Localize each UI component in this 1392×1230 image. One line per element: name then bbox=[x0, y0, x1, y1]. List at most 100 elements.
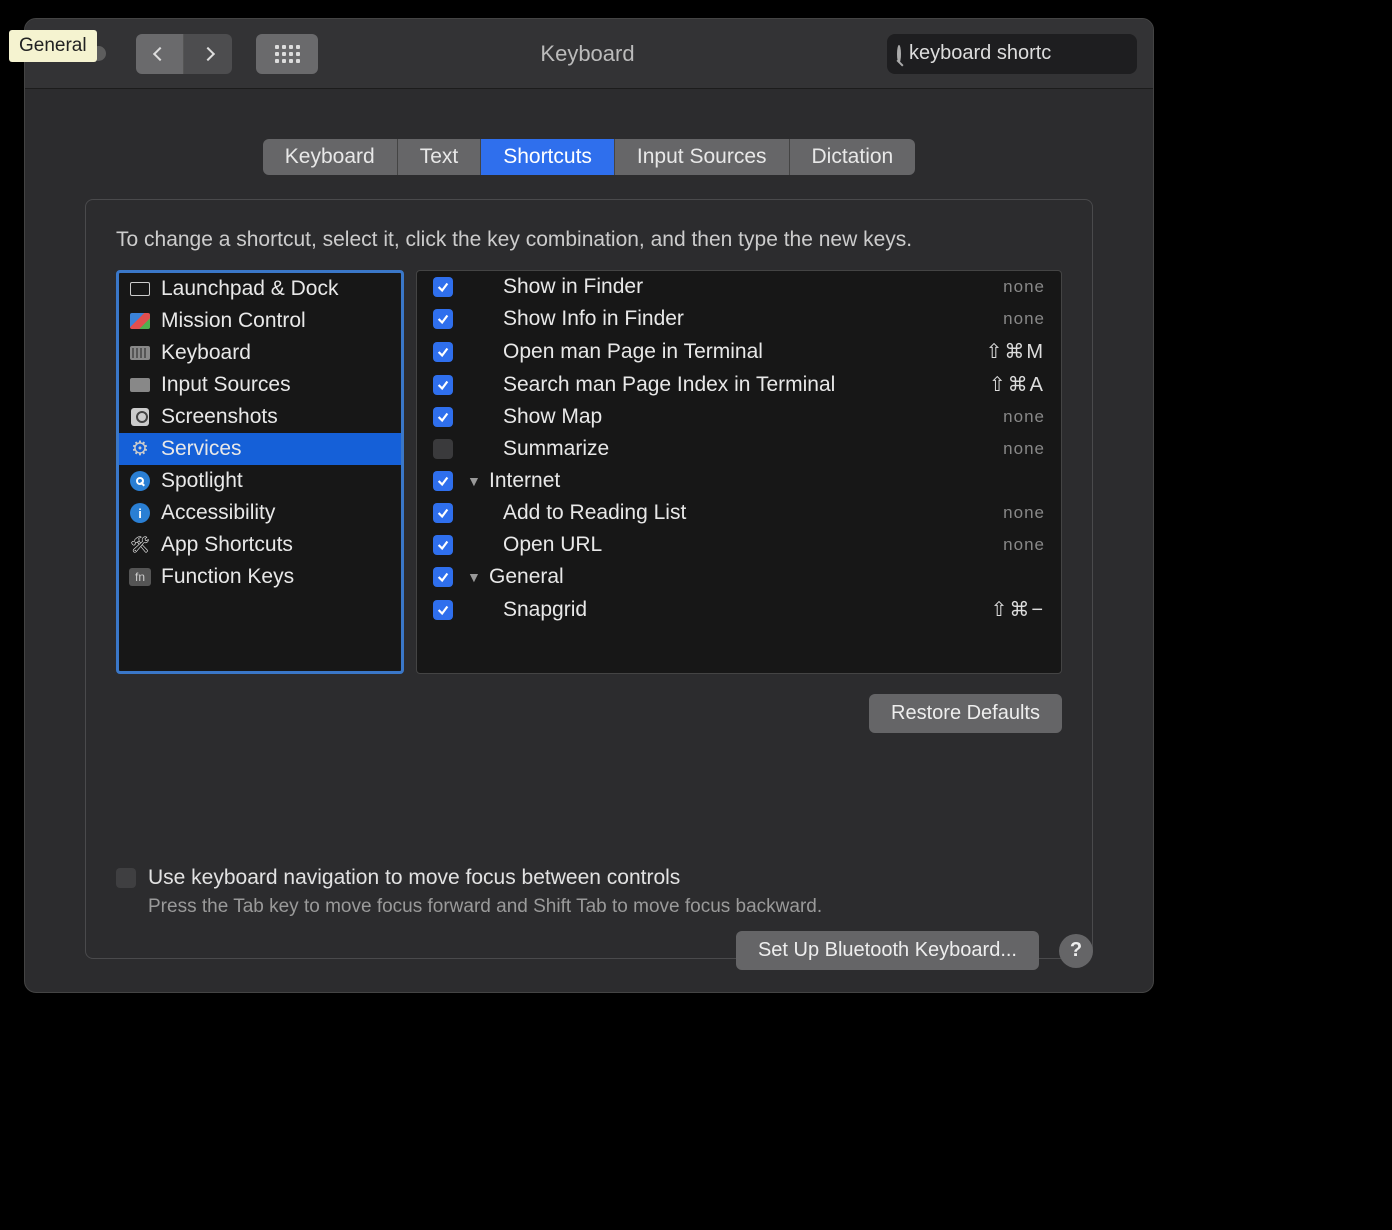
category-mission-control[interactable]: Mission Control bbox=[119, 305, 401, 337]
shortcut-key[interactable]: ⇧⌘M bbox=[986, 339, 1045, 364]
show-all-button[interactable] bbox=[256, 34, 318, 74]
shortcut-key[interactable]: ⇧⌘A bbox=[989, 372, 1045, 397]
service-checkbox[interactable] bbox=[433, 535, 453, 555]
category-label: Spotlight bbox=[161, 469, 243, 493]
category-list[interactable]: Launchpad & Dock Mission Control Keyboard I… bbox=[116, 270, 404, 674]
category-function-keys[interactable]: fn Function Keys bbox=[119, 561, 401, 593]
service-row[interactable]: Show Map none bbox=[417, 401, 1061, 433]
service-label: Open man Page in Terminal bbox=[467, 340, 972, 364]
tab-dictation[interactable]: Dictation bbox=[790, 139, 916, 175]
keyboard-nav-subtext: Press the Tab key to move focus forward … bbox=[148, 896, 1062, 918]
service-label: General bbox=[489, 565, 1045, 589]
instruction-text: To change a shortcut, select it, click t… bbox=[116, 228, 1062, 252]
service-checkbox[interactable] bbox=[433, 277, 453, 297]
service-checkbox[interactable] bbox=[433, 375, 453, 395]
category-label: Accessibility bbox=[161, 501, 275, 525]
service-checkbox[interactable] bbox=[433, 309, 453, 329]
category-label: Services bbox=[161, 437, 242, 461]
chevron-right-icon bbox=[201, 46, 215, 60]
search-field[interactable]: ✕ bbox=[887, 34, 1137, 74]
preferences-window: Keyboard ✕ KeyboardTextShortcutsInput So… bbox=[24, 18, 1154, 993]
service-checkbox[interactable] bbox=[433, 567, 453, 587]
service-label: Show Map bbox=[467, 405, 989, 429]
titlebar: Keyboard ✕ bbox=[25, 19, 1153, 89]
service-row[interactable]: Open URL none bbox=[417, 529, 1061, 561]
app-icon: 🛠 bbox=[129, 535, 151, 555]
shortcut-list[interactable]: Show in FindernoneShow Info in Findernon… bbox=[416, 270, 1062, 674]
service-label: Internet bbox=[489, 469, 1045, 493]
bluetooth-keyboard-button[interactable]: Set Up Bluetooth Keyboard... bbox=[736, 931, 1039, 970]
service-row[interactable]: Snapgrid⇧⌘− bbox=[417, 593, 1061, 626]
grid-icon bbox=[275, 45, 300, 63]
category-keyboard[interactable]: Keyboard bbox=[119, 337, 401, 369]
help-button[interactable]: ? bbox=[1059, 934, 1093, 968]
back-button[interactable] bbox=[136, 34, 184, 74]
forward-button bbox=[184, 34, 232, 74]
category-label: App Shortcuts bbox=[161, 533, 293, 557]
service-row[interactable]: ▼ Internet bbox=[417, 465, 1061, 497]
acc-icon: i bbox=[129, 503, 151, 523]
gear-icon: ⚙ bbox=[129, 439, 151, 459]
category-label: Keyboard bbox=[161, 341, 251, 365]
category-label: Screenshots bbox=[161, 405, 278, 429]
service-checkbox[interactable] bbox=[433, 600, 453, 620]
shortcut-key[interactable]: none bbox=[1003, 407, 1045, 427]
service-checkbox[interactable] bbox=[433, 439, 453, 459]
service-label: Search man Page Index in Terminal bbox=[467, 373, 975, 397]
category-accessibility[interactable]: i Accessibility bbox=[119, 497, 401, 529]
chevron-left-icon bbox=[152, 46, 166, 60]
keyboard-nav-checkbox[interactable] bbox=[116, 868, 136, 888]
category-app-shortcuts[interactable]: 🛠 App Shortcuts bbox=[119, 529, 401, 561]
service-checkbox[interactable] bbox=[433, 342, 453, 362]
category-label: Input Sources bbox=[161, 373, 291, 397]
shortcut-key[interactable]: none bbox=[1003, 503, 1045, 523]
tab-input-sources[interactable]: Input Sources bbox=[615, 139, 790, 175]
shortcut-key[interactable]: none bbox=[1003, 535, 1045, 555]
content-frame: To change a shortcut, select it, click t… bbox=[85, 199, 1093, 959]
tooltip-general: General bbox=[9, 30, 97, 62]
shortcut-key[interactable]: none bbox=[1003, 439, 1045, 459]
service-checkbox[interactable] bbox=[433, 471, 453, 491]
tab-shortcuts[interactable]: Shortcuts bbox=[481, 139, 615, 175]
shortcut-key[interactable]: none bbox=[1003, 309, 1045, 329]
ss-icon bbox=[129, 407, 151, 427]
shortcut-key[interactable]: none bbox=[1003, 277, 1045, 297]
tab-bar: KeyboardTextShortcutsInput SourcesDictat… bbox=[25, 139, 1153, 175]
service-row[interactable]: Summarize none bbox=[417, 433, 1061, 465]
search-input[interactable] bbox=[909, 42, 1154, 65]
service-row[interactable]: Open man Page in Terminal ⇧⌘M bbox=[417, 335, 1061, 368]
service-row[interactable]: Show in Finder none bbox=[417, 271, 1061, 303]
service-checkbox[interactable] bbox=[433, 503, 453, 523]
service-label: Summarize bbox=[467, 437, 989, 461]
tab-text[interactable]: Text bbox=[398, 139, 482, 175]
shortcut-key[interactable]: ⇧⌘− bbox=[991, 597, 1045, 622]
service-row[interactable]: Search man Page Index in Terminal ⇧⌘A bbox=[417, 368, 1061, 401]
service-row[interactable]: Add to Reading List none bbox=[417, 497, 1061, 529]
service-label: Open URL bbox=[467, 533, 989, 557]
tab-keyboard[interactable]: Keyboard bbox=[263, 139, 398, 175]
service-label: Show in Finder bbox=[467, 275, 989, 299]
search-icon bbox=[897, 45, 901, 63]
keyboard-nav-section: Use keyboard navigation to move focus be… bbox=[116, 866, 1062, 918]
category-label: Function Keys bbox=[161, 565, 294, 589]
service-row[interactable]: Show Info in Findernone bbox=[417, 303, 1061, 335]
disclosure-triangle-icon[interactable]: ▼ bbox=[467, 473, 481, 489]
nav-buttons bbox=[136, 34, 232, 74]
is-icon bbox=[129, 375, 151, 395]
category-services[interactable]: ⚙ Services bbox=[119, 433, 401, 465]
spot-icon bbox=[129, 471, 151, 491]
category-input-sources[interactable]: Input Sources bbox=[119, 369, 401, 401]
mc-icon bbox=[129, 311, 151, 331]
category-label: Mission Control bbox=[161, 309, 306, 333]
rect-icon bbox=[129, 279, 151, 299]
category-spotlight[interactable]: Spotlight bbox=[119, 465, 401, 497]
fn-icon: fn bbox=[129, 567, 151, 587]
restore-defaults-button[interactable]: Restore Defaults bbox=[869, 694, 1062, 733]
service-label: Add to Reading List bbox=[467, 501, 989, 525]
disclosure-triangle-icon[interactable]: ▼ bbox=[467, 569, 481, 585]
service-checkbox[interactable] bbox=[433, 407, 453, 427]
category-screenshots[interactable]: Screenshots bbox=[119, 401, 401, 433]
category-label: Launchpad & Dock bbox=[161, 277, 338, 301]
service-row[interactable]: ▼ General bbox=[417, 561, 1061, 593]
category-launchpad-dock[interactable]: Launchpad & Dock bbox=[119, 273, 401, 305]
